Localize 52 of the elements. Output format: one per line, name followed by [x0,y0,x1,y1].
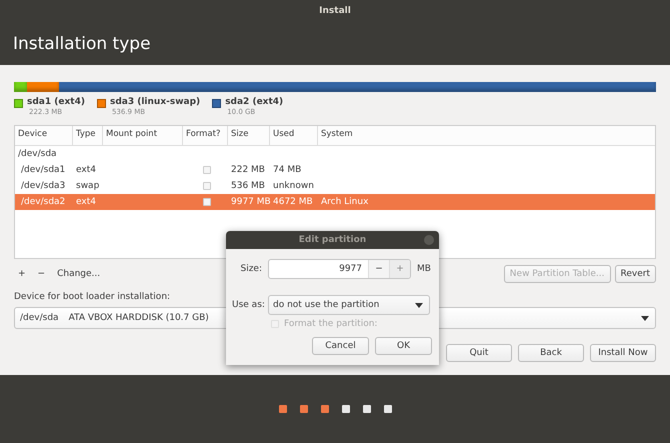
dialog-button[interactable]: OK [375,337,432,355]
format-label: Format the partition: [284,319,378,329]
table-cell: unknown [273,181,314,191]
use-as-label: Use as: [232,300,262,310]
legend-label: sda3 (linux-swap) [110,97,200,107]
decrement-button[interactable]: − [368,260,389,278]
wizard-button[interactable]: Back [518,344,584,362]
table-row[interactable]: /dev/sda [15,146,655,162]
unit-label: MB [417,264,431,274]
caret-icon [641,316,649,320]
table-cell: 4672 MB [273,197,313,207]
table-cell-text: /dev/sda1 [20,165,66,175]
window-title: Install [319,6,351,16]
page-title: Installation type [12,33,152,54]
column-header[interactable]: Used [270,126,318,145]
column-header[interactable]: Mount point [103,126,183,145]
table-cell: ext4 [76,165,96,175]
column-header[interactable]: Device [15,126,73,145]
table-cell-text: /dev/sda [17,149,57,159]
format-checkbox[interactable] [203,198,211,206]
size-spinner[interactable]: 9977 − + [268,259,411,279]
legend-label: sda1 (ext4) [27,97,85,107]
size-label: Size: [239,264,262,274]
wizard-button[interactable]: Quit [446,344,512,362]
dialog-button[interactable]: Cancel [312,337,369,355]
close-icon[interactable] [424,235,434,245]
boot-loader-label: Device for boot loader installation: [14,292,172,302]
change-button[interactable]: Change... [53,269,104,279]
column-header[interactable]: Format? [183,126,228,145]
table-row[interactable]: /dev/sda3 swap 536 MB unknown [15,178,655,194]
remove-button[interactable]: − [34,269,50,279]
revert-button[interactable]: Revert [614,265,656,283]
table-cell: 9977 MB [231,197,271,207]
add-button[interactable]: + [14,269,30,279]
table-cell: ext4 [76,197,96,207]
table-cell: 74 MB [273,165,302,175]
column-header[interactable]: Size [228,126,270,145]
format-checkbox[interactable] [203,166,211,174]
format-checkbox[interactable] [203,182,211,190]
table-cell: Arch Linux [321,197,368,207]
column-header[interactable]: System [318,126,655,145]
use-as-dropdown[interactable]: do not use the partition [268,295,430,315]
dialog-title: Edit partition [298,235,366,245]
table-cell-text: /dev/sda3 [20,181,66,191]
table-cell: 222 MB [231,165,265,175]
legend-label: sda2 (ext4) [225,97,284,107]
table-cell-text: /dev/sda2 [20,197,66,207]
table-cell: swap [76,181,100,191]
table-cell: 536 MB [231,181,265,191]
column-header[interactable]: Type [73,126,103,145]
wizard-button[interactable]: Install Now [590,344,656,362]
table-row[interactable]: /dev/sda1 ext4 222 MB 74 MB [15,162,655,178]
